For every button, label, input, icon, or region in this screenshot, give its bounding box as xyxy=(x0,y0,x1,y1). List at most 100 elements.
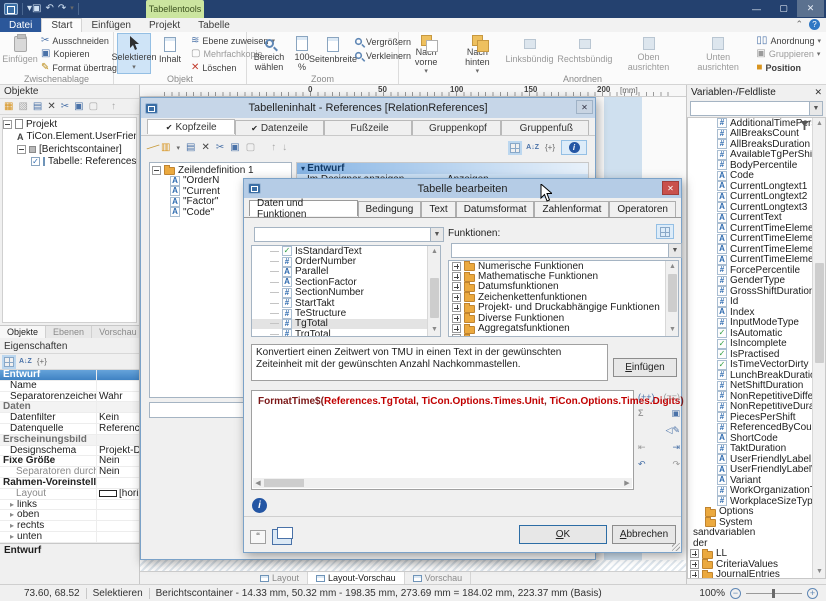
app-icon[interactable] xyxy=(4,3,18,15)
variable-item[interactable]: CurrentLongtext2 xyxy=(688,192,825,203)
cut-icon[interactable]: ✂ xyxy=(61,101,69,113)
scrollbar-thumb[interactable] xyxy=(815,263,824,363)
move-up-icon[interactable]: ↑ xyxy=(271,142,276,154)
property-row[interactable]: Rahmen-Voreinstellung xyxy=(0,478,139,489)
function-group-item[interactable]: Zeichenkettenfunktionen xyxy=(449,292,678,302)
variable-item[interactable]: WorkOrganizationType xyxy=(688,486,825,497)
edit-dialog-tab[interactable]: Zahlenformat xyxy=(534,201,609,217)
paste-icon[interactable]: ▢ xyxy=(89,101,98,113)
variable-item[interactable]: CurrentLongtext3 xyxy=(688,202,825,213)
scrollbar-thumb[interactable] xyxy=(430,278,439,318)
view-tab[interactable]: Layout xyxy=(252,572,308,584)
variable-item[interactable]: IsPractised xyxy=(688,349,825,360)
close-panel-icon[interactable]: ✕ xyxy=(814,87,822,98)
wand-icon[interactable]: ╱ xyxy=(146,141,159,154)
ribbon-tab[interactable]: Einfügen xyxy=(82,18,139,32)
expand-all-icon[interactable]: {+} xyxy=(545,143,555,152)
translate-icon[interactable]: ◁✎ xyxy=(666,425,680,436)
variable-item[interactable]: AllBreaksDuration xyxy=(688,139,825,150)
minimize-button[interactable]: — xyxy=(743,0,770,17)
categorized-view-icon[interactable] xyxy=(510,143,520,153)
field-item[interactable]: TgTotal xyxy=(252,319,440,329)
variable-item[interactable]: System xyxy=(688,517,825,528)
copy-icon[interactable]: ▣ xyxy=(74,101,83,113)
insert-chevrons-icon[interactable]: (++) xyxy=(638,392,655,402)
scroll-right-icon[interactable]: ▶ xyxy=(622,479,632,487)
view-tab[interactable]: Vorschau xyxy=(405,572,472,584)
tree-item-report-container[interactable]: [Berichtscontainer] xyxy=(3,143,136,156)
tree-item-line-definition[interactable]: Zeilendefinition 1 xyxy=(152,165,289,176)
variable-item[interactable]: UserFriendlyLabel xyxy=(688,454,825,465)
collapse-ribbon-icon[interactable]: ⌃ xyxy=(795,19,803,30)
function-search-combobox[interactable]: ▼ xyxy=(451,243,682,258)
undo-icon[interactable]: ↶ xyxy=(638,459,646,470)
variable-item[interactable]: LL xyxy=(688,549,825,560)
qat-customize-icon[interactable]: ▾ xyxy=(70,3,74,15)
chevron-down-icon[interactable]: ▼ xyxy=(430,228,443,241)
user-variable-icon[interactable]: ▣ xyxy=(671,408,680,419)
variable-item[interactable]: Options xyxy=(688,507,825,518)
property-row[interactable]: oben xyxy=(0,510,139,521)
comment-icon[interactable]: ❝ xyxy=(250,530,266,544)
variable-item[interactable]: ReferencedByCount xyxy=(688,423,825,434)
new-line-icon[interactable]: ▥ xyxy=(161,142,170,154)
collapse-icon[interactable] xyxy=(17,145,26,154)
field-search-combobox[interactable]: ▼ xyxy=(254,227,444,242)
property-row[interactable]: Designschema Projekt-Designschema xyxy=(0,446,139,457)
ok-button[interactable]: OK xyxy=(519,525,607,544)
edit-dialog-tab[interactable]: Text xyxy=(421,201,455,217)
property-row[interactable]: Entwurf xyxy=(0,370,139,381)
panel-tab[interactable]: Objekte xyxy=(0,326,46,338)
variable-item[interactable]: CurrentLongtext1 xyxy=(688,181,825,192)
field-item[interactable]: SectionFactor xyxy=(252,277,440,287)
formula-hscrollbar[interactable]: ◀ ▶ xyxy=(253,478,632,488)
copy-icon[interactable]: ▣ xyxy=(230,142,239,154)
zoom-in-icon[interactable]: + xyxy=(807,588,818,599)
function-group-item[interactable]: Aggregatsfunktionen xyxy=(449,323,678,333)
panel-tab[interactable]: Vorschau xyxy=(92,326,145,338)
property-row[interactable]: Datenfilter Kein xyxy=(0,413,139,424)
delete-icon[interactable]: ✕ xyxy=(201,142,209,154)
position-button[interactable]: ■Position xyxy=(754,62,823,74)
variable-item[interactable]: CurrentTimeElementLimit xyxy=(688,255,825,266)
sort-az-icon[interactable]: A↓Z xyxy=(526,144,539,151)
maximize-button[interactable]: ▢ xyxy=(770,0,797,17)
variable-item[interactable]: IsTimeVectorDirty xyxy=(688,360,825,371)
variables-scrollbar[interactable]: ▲ ▼ xyxy=(812,118,825,578)
variable-item[interactable]: Code xyxy=(688,171,825,182)
function-group-item[interactable]: Mathematische Funktionen xyxy=(449,271,678,281)
select-area-button[interactable]: Bereich wählen xyxy=(250,33,288,74)
ribbon-tab[interactable]: Tabelle xyxy=(189,18,239,32)
properties-icon[interactable]: ▤ xyxy=(33,101,42,113)
property-row[interactable]: Datenquelle References xyxy=(0,424,139,435)
variable-item[interactable]: PiecesPerShift xyxy=(688,412,825,423)
property-group-header[interactable]: Entwurf xyxy=(297,163,588,174)
variable-item[interactable]: GenderType xyxy=(688,276,825,287)
insert-button[interactable]: Einfügen xyxy=(613,358,677,377)
zoom-slider-thumb[interactable] xyxy=(772,589,775,598)
property-row[interactable]: Name xyxy=(0,381,139,392)
variable-item[interactable]: InputModeType xyxy=(688,318,825,329)
variable-item[interactable]: NetShiftDuration xyxy=(688,381,825,392)
group-button[interactable]: ▣Gruppieren▾ xyxy=(754,48,823,60)
property-row[interactable]: links xyxy=(0,500,139,511)
functions-group-toggle[interactable] xyxy=(656,224,674,239)
zoom-out-icon[interactable]: − xyxy=(730,588,741,599)
property-row[interactable]: Erscheinungsbild xyxy=(0,435,139,446)
field-item[interactable]: TrgTotal xyxy=(252,329,440,337)
tree-item-label-object[interactable]: A TiCon.Element.UserFriendlyLabe xyxy=(3,131,136,144)
categorized-view-icon[interactable] xyxy=(4,357,14,367)
line-type-tab[interactable]: ✔ Kopfzeile xyxy=(147,119,235,134)
insert-object-icon[interactable]: ▦ xyxy=(4,101,13,113)
select-button[interactable]: Selektieren ▾ xyxy=(117,33,151,74)
variable-item[interactable]: IsIncomplete xyxy=(688,339,825,350)
field-item[interactable]: OrderNumber xyxy=(252,256,440,266)
cancel-button[interactable]: Abbrechen xyxy=(612,525,676,544)
content-button[interactable]: Inhalt xyxy=(153,33,187,74)
paste-button[interactable]: Einfügen xyxy=(3,33,37,74)
variable-item[interactable]: WorkplaceSizeType xyxy=(688,496,825,507)
property-row[interactable]: unten xyxy=(0,532,139,543)
property-row[interactable]: Separatorenzeichen Wahr xyxy=(0,392,139,403)
field-item[interactable]: Parallel xyxy=(252,267,440,277)
scroll-down-icon[interactable]: ▼ xyxy=(666,324,679,336)
